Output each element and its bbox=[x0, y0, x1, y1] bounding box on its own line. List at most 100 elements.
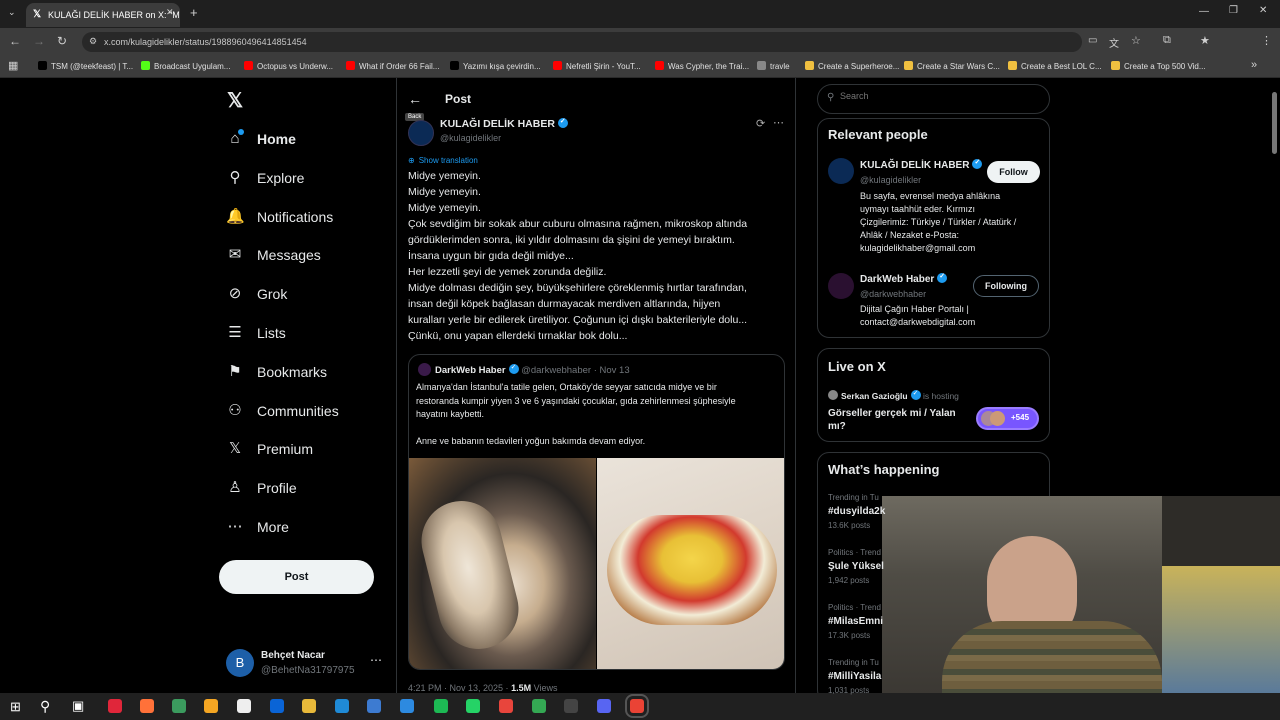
store-icon[interactable] bbox=[237, 699, 251, 713]
follow-button[interactable]: Follow bbox=[987, 161, 1040, 183]
account-avatar[interactable]: B bbox=[226, 649, 254, 677]
taskbar-search-icon[interactable]: ⚲ bbox=[40, 698, 50, 715]
join-space-button[interactable]: +545 bbox=[976, 407, 1039, 430]
task-view-icon[interactable]: ▣ bbox=[72, 698, 84, 714]
trend-title[interactable]: Şule Yüksel bbox=[828, 561, 884, 572]
bookmark-item[interactable]: Nefretli Şirin - YouT... bbox=[553, 61, 641, 71]
whatsapp-icon[interactable] bbox=[466, 699, 480, 713]
space-title-cont[interactable]: mı? bbox=[828, 421, 846, 432]
bookmark-item[interactable]: Yazımı kışa çevirdin... bbox=[450, 61, 541, 71]
person-avatar[interactable] bbox=[828, 158, 854, 184]
webcam-pillow-shape bbox=[1162, 566, 1280, 693]
firefox-icon[interactable] bbox=[140, 699, 154, 713]
chrome-icon[interactable] bbox=[499, 699, 513, 713]
bookmark-item[interactable]: Create a Top 500 Vid... bbox=[1111, 61, 1206, 71]
extensions-icon[interactable]: ⧉ bbox=[1163, 34, 1171, 47]
edge-icon[interactable] bbox=[335, 699, 349, 713]
host-avatar[interactable] bbox=[828, 390, 838, 400]
bookmark-item[interactable]: Octopus vs Underw... bbox=[244, 61, 333, 71]
column-divider-right bbox=[795, 78, 796, 693]
person-avatar[interactable] bbox=[828, 273, 854, 299]
host-name: Serkan Gazioğlu bbox=[841, 391, 908, 401]
quote-verified-icon bbox=[508, 363, 519, 374]
author-avatar[interactable] bbox=[408, 120, 434, 146]
discord-icon[interactable] bbox=[597, 699, 611, 713]
back-arrow-icon[interactable]: ← bbox=[9, 34, 21, 48]
windows-start-icon[interactable]: ⊞ bbox=[10, 699, 21, 715]
cast-icon[interactable]: ▭ bbox=[1088, 35, 1097, 46]
bookmark-item[interactable]: Was Cypher, the Trai... bbox=[655, 61, 749, 71]
opera-icon[interactable] bbox=[108, 699, 122, 713]
trend-count: 1,942 posts bbox=[828, 576, 870, 585]
mail-app-icon[interactable] bbox=[204, 699, 218, 713]
bookmark-item[interactable]: Create a Superheroe... bbox=[805, 61, 899, 71]
trend-title[interactable]: #MilliYasila bbox=[828, 671, 881, 682]
account-menu-icon[interactable]: ⋯ bbox=[370, 653, 382, 667]
search-input[interactable] bbox=[840, 91, 1040, 101]
person-name[interactable]: KULAĞI DELİK HABER bbox=[860, 158, 983, 171]
trend-title[interactable]: #MilasEmni bbox=[828, 616, 883, 627]
scrollbar-thumb[interactable] bbox=[1272, 92, 1277, 154]
grok-explain-icon[interactable]: ⟳ bbox=[756, 117, 765, 130]
webcam-overlay bbox=[882, 496, 1280, 693]
reading-list-icon[interactable]: ★ bbox=[1200, 34, 1210, 47]
more-bookmarks-icon[interactable]: » bbox=[1251, 59, 1257, 71]
app-icon[interactable] bbox=[172, 699, 186, 713]
back-button[interactable]: ← bbox=[408, 91, 422, 107]
post-button[interactable]: Post bbox=[219, 560, 374, 594]
bookmark-item[interactable]: Create a Best LOL C... bbox=[1008, 61, 1102, 71]
nav-label: Grok bbox=[257, 286, 288, 303]
vscode-icon[interactable] bbox=[367, 699, 381, 713]
nav-label: Lists bbox=[257, 325, 286, 341]
post-text-line: Çok sevdiğim bir sokak abur cuburu olmas… bbox=[408, 218, 748, 230]
address-bar[interactable]: ⚙ x.com/kulagidelikler/status/1988960496… bbox=[82, 32, 1082, 52]
post-text-line: Midye dolması dediğin şey, büyükşehirler… bbox=[408, 282, 747, 294]
new-tab-icon[interactable]: + bbox=[190, 5, 198, 20]
person-handle[interactable]: @darkwebhaber bbox=[860, 289, 926, 299]
chrome-active-icon[interactable] bbox=[625, 694, 649, 718]
post-timestamp: 4:21 PM · Nov 13, 2025 · bbox=[408, 683, 509, 693]
github-icon[interactable] bbox=[564, 699, 578, 713]
person-name[interactable]: DarkWeb Haber bbox=[860, 272, 948, 285]
bookmark-item[interactable]: Broadcast Uygulam... bbox=[141, 61, 230, 71]
chrome-profile-icon[interactable] bbox=[532, 699, 546, 713]
space-title[interactable]: Görseller gerçek mi / Yalan bbox=[828, 408, 956, 419]
host-line: Serkan Gazioğlu is hosting bbox=[841, 389, 959, 401]
minimize-icon[interactable]: — bbox=[1199, 6, 1209, 17]
x-logo-icon[interactable]: 𝕏 bbox=[227, 88, 243, 113]
search-box[interactable]: ⚲ bbox=[817, 84, 1050, 114]
photos-icon[interactable] bbox=[400, 699, 414, 713]
outlook-icon[interactable] bbox=[270, 699, 284, 713]
window-close-icon[interactable]: ✕ bbox=[1259, 5, 1267, 16]
reload-icon[interactable]: ↻ bbox=[57, 34, 67, 48]
bookmark-item[interactable]: Create a Star Wars C... bbox=[904, 61, 1000, 71]
search-icon: ⚲ bbox=[229, 168, 241, 186]
bookmark-item[interactable]: What if Order 66 Fail... bbox=[346, 61, 439, 71]
person-handle[interactable]: @kulagidelikler bbox=[860, 175, 921, 185]
author-name[interactable]: KULAĞI DELİK HABER bbox=[440, 117, 568, 130]
tab-close-icon[interactable]: ✕ bbox=[166, 7, 174, 18]
maximize-icon[interactable]: ❐ bbox=[1229, 5, 1238, 16]
tab-search-chevron-icon[interactable]: ⌄ bbox=[8, 7, 16, 18]
bookmark-item[interactable]: travle bbox=[757, 61, 790, 71]
person-bio-line: Çizgilerimiz: Türkiye / Türkler / Atatür… bbox=[860, 217, 1017, 227]
forward-arrow-icon[interactable]: → bbox=[33, 34, 45, 48]
bookmark-item[interactable]: TSM (@teekfeast) | T... bbox=[38, 61, 133, 71]
bookmark-favicon-icon bbox=[346, 61, 355, 70]
following-button[interactable]: Following bbox=[973, 275, 1039, 297]
bookmark-label: Broadcast Uygulam... bbox=[154, 62, 231, 71]
translate-icon[interactable]: 文 bbox=[1109, 35, 1119, 50]
bookmark-star-icon[interactable]: ☆ bbox=[1131, 34, 1141, 47]
apps-grid-icon[interactable]: ▦ bbox=[8, 59, 18, 72]
files-icon[interactable] bbox=[302, 699, 316, 713]
author-handle[interactable]: @kulagidelikler bbox=[440, 133, 501, 143]
trend-title[interactable]: #dusyilda2k bbox=[828, 506, 885, 517]
post-more-icon[interactable]: ⋯ bbox=[773, 116, 784, 129]
browser-tab[interactable]: 𝕏 KULAĞI DELİK HABER on X: "Mi bbox=[26, 3, 180, 27]
post-text-line: insan değil köpek bağlasan durmayacak me… bbox=[408, 298, 721, 310]
nav-label: More bbox=[257, 519, 289, 535]
show-translation-link[interactable]: ⊕ Show translation bbox=[408, 156, 478, 165]
browser-menu-icon[interactable]: ⋮ bbox=[1261, 34, 1272, 47]
site-info-icon[interactable]: ⚙ bbox=[89, 36, 97, 47]
spotify-icon[interactable] bbox=[434, 699, 448, 713]
